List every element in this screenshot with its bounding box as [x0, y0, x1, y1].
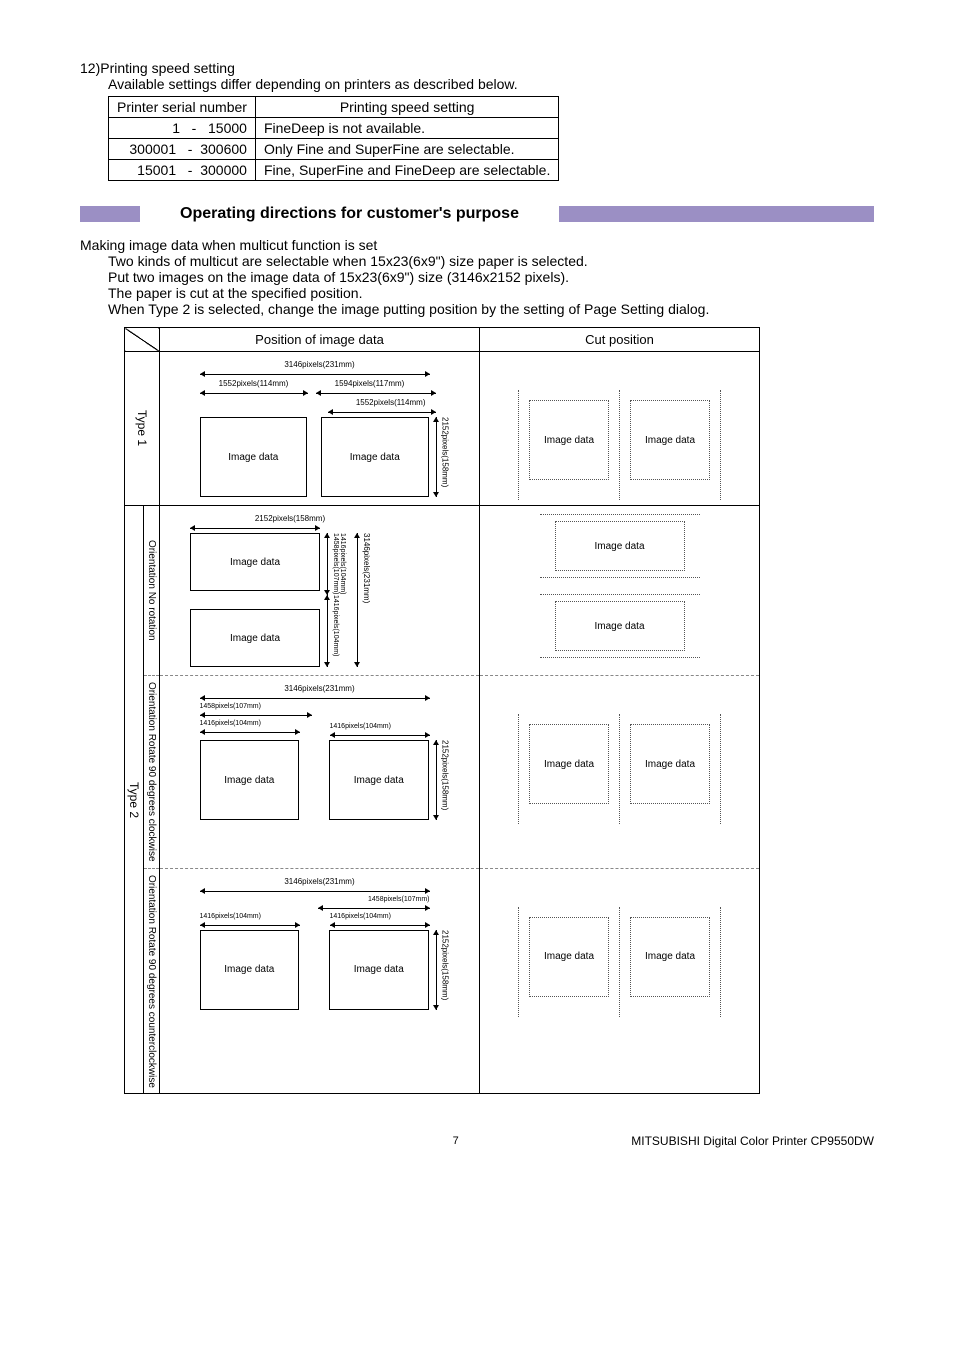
cut-image-box: Image data	[555, 521, 685, 571]
dim-label: 2152pixels(158mm)	[440, 740, 449, 820]
dim-label: 3146pixels(231mm)	[190, 360, 450, 369]
type1-cut-cell: Image data Image data	[480, 352, 760, 506]
printing-speed-table: Printer serial number Printing speed set…	[108, 96, 559, 181]
serial-range: 1 - 15000	[109, 118, 256, 139]
type2-cw-position-cell: 3146pixels(231mm) 1458pixels(107mm) 1416…	[160, 676, 480, 869]
dim-label: 1416pixels(104mm)	[330, 913, 430, 920]
section-number: 12)	[80, 60, 100, 76]
dim-label: 1416pixels(104mm)	[330, 723, 430, 730]
type2-ccw-label: Orientation Rotate 90 degrees counterclo…	[144, 868, 160, 1094]
dim-label: 3146pixels(231mm)	[190, 877, 450, 886]
type2-norot-label: Orientation No rotation	[144, 506, 160, 676]
col-header-position: Position of image data	[160, 328, 480, 352]
body-line: Put two images on the image data of 15x2…	[108, 269, 874, 285]
dim-label: 1552pixels(114mm)	[200, 379, 308, 388]
dim-label: 3146pixels(231mm)	[190, 684, 450, 693]
table-row: 15001 - 300000 Fine, SuperFine and FineD…	[109, 160, 559, 181]
dim-label: 2152pixels(158mm)	[440, 930, 449, 1010]
image-data-box: Image data	[200, 740, 300, 820]
image-data-box: Image data	[190, 609, 320, 667]
type2-label: Type 2	[125, 506, 144, 1094]
cut-image-box: Image data	[529, 917, 609, 997]
cut-image-box: Image data	[630, 724, 710, 804]
bar-decoration-right	[559, 206, 874, 222]
type2-cw-cut-cell: Image data Image data	[480, 676, 760, 869]
dim-label: 1416pixels(104mm)	[200, 720, 312, 727]
section-subtitle: Available settings differ depending on p…	[108, 76, 874, 92]
cut-image-box: Image data	[555, 601, 685, 651]
speed-setting: Only Fine and SuperFine are selectable.	[255, 139, 558, 160]
cut-image-box: Image data	[529, 400, 609, 480]
corner-cell	[125, 328, 160, 352]
table-row: 300001 - 300600 Only Fine and SuperFine …	[109, 139, 559, 160]
type2-norot-cut-cell: Image data Image data	[480, 506, 760, 676]
dim-label: 3146pixels(231mm)	[362, 533, 371, 667]
body-text: Making image data when multicut function…	[80, 237, 874, 317]
multicut-diagram-table: Position of image data Cut position Type…	[124, 327, 760, 1094]
bar-heading-text: Operating directions for customer's purp…	[180, 205, 519, 223]
col-header-cut: Cut position	[480, 328, 760, 352]
speed-setting: Fine, SuperFine and FineDeep are selecta…	[255, 160, 558, 181]
image-data-box: Image data	[200, 417, 308, 497]
dim-label: 1594pixels(117mm)	[316, 379, 424, 388]
cut-image-box: Image data	[630, 400, 710, 480]
serial-range: 300001 - 300600	[109, 139, 256, 160]
dim-label: 1552pixels(114mm)	[316, 398, 426, 407]
type2-cw-label: Orientation Rotate 90 degrees clockwise	[144, 676, 160, 869]
cut-image-box: Image data	[630, 917, 710, 997]
section-title: Printing speed setting	[100, 60, 235, 76]
intro-line: Making image data when multicut function…	[80, 237, 874, 253]
dim-label: 1458pixels(107mm)	[318, 896, 430, 903]
dim-label: 1458pixels(107mm)	[200, 703, 312, 710]
serial-range: 15001 - 300000	[109, 160, 256, 181]
dim-label: 2152pixels(158mm)	[190, 514, 390, 523]
section-heading-bar: Operating directions for customer's purp…	[80, 205, 874, 223]
image-data-box: Image data	[200, 930, 300, 1010]
bar-decoration-left	[80, 206, 140, 222]
image-data-box: Image data	[329, 740, 429, 820]
cut-image-box: Image data	[529, 724, 609, 804]
page-number: 7	[280, 1135, 631, 1147]
footer-model: MITSUBISHI Digital Color Printer CP9550D…	[631, 1134, 874, 1148]
table-row: 1 - 15000 FineDeep is not available.	[109, 118, 559, 139]
image-data-box: Image data	[190, 533, 320, 591]
dim-label: 1416pixels(104mm)	[339, 533, 346, 595]
type2-ccw-cut-cell: Image data Image data	[480, 868, 760, 1094]
dim-label: 1416pixels(104mm)	[200, 913, 300, 920]
type2-ccw-position-cell: 3146pixels(231mm) 1458pixels(107mm) 1416…	[160, 868, 480, 1094]
dim-label: 1458pixels(107mm)	[332, 533, 339, 595]
table-header-setting: Printing speed setting	[255, 97, 558, 118]
dim-label: 2152pixels(158mm)	[440, 417, 449, 497]
type2-norot-position-cell: 2152pixels(158mm) Image data Image data …	[160, 506, 480, 676]
section-heading: 12)Printing speed setting	[80, 60, 874, 76]
page-footer: 7 MITSUBISHI Digital Color Printer CP955…	[80, 1134, 874, 1148]
image-data-box: Image data	[329, 930, 429, 1010]
dim-label: 1416pixels(104mm)	[332, 595, 339, 667]
body-line: Two kinds of multicut are selectable whe…	[108, 253, 874, 269]
body-line: The paper is cut at the specified positi…	[108, 285, 874, 301]
body-line: When Type 2 is selected, change the imag…	[108, 301, 874, 317]
type1-position-cell: 3146pixels(231mm) 1552pixels(114mm) 1594…	[160, 352, 480, 506]
table-header-serial: Printer serial number	[109, 97, 256, 118]
image-data-box: Image data	[321, 417, 429, 497]
speed-setting: FineDeep is not available.	[255, 118, 558, 139]
type1-label: Type 1	[125, 352, 160, 506]
